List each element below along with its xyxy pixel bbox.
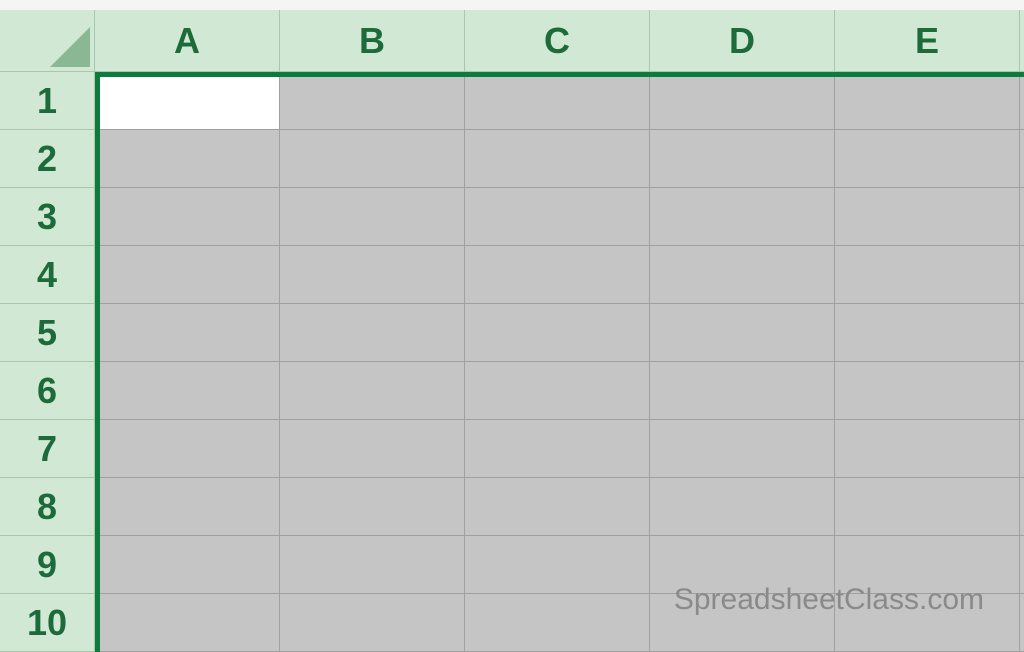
cell-A9[interactable] (95, 536, 280, 594)
row-header-4[interactable]: 4 (0, 246, 95, 304)
cell-E3[interactable] (835, 188, 1020, 246)
column-header-E[interactable]: E (835, 10, 1020, 72)
row-header-label: 5 (37, 312, 57, 354)
cell-D7[interactable] (650, 420, 835, 478)
row-header-7[interactable]: 7 (0, 420, 95, 478)
row-header-3[interactable]: 3 (0, 188, 95, 246)
cell-C9[interactable] (465, 536, 650, 594)
cell-E5[interactable] (835, 304, 1020, 362)
cell-partial-4[interactable] (1020, 246, 1024, 304)
cell-C2[interactable] (465, 130, 650, 188)
spreadsheet-viewport: A B C D E 1 2 3 4 (0, 10, 1024, 652)
column-header-A[interactable]: A (95, 10, 280, 72)
cell-C3[interactable] (465, 188, 650, 246)
select-all-button[interactable] (0, 10, 95, 72)
cell-partial-2[interactable] (1020, 130, 1024, 188)
row-header-label: 2 (37, 138, 57, 180)
column-header-label: A (174, 20, 200, 62)
cell-C1[interactable] (465, 72, 650, 130)
cell-C5[interactable] (465, 304, 650, 362)
cell-A6[interactable] (95, 362, 280, 420)
cell-partial-1[interactable] (1020, 72, 1024, 130)
column-header-label: E (915, 20, 939, 62)
cell-partial-5[interactable] (1020, 304, 1024, 362)
cell-B6[interactable] (280, 362, 465, 420)
row-header-6[interactable]: 6 (0, 362, 95, 420)
column-header-B[interactable]: B (280, 10, 465, 72)
cell-B3[interactable] (280, 188, 465, 246)
cell-A4[interactable] (95, 246, 280, 304)
cell-B10[interactable] (280, 594, 465, 652)
cell-partial-7[interactable] (1020, 420, 1024, 478)
column-header-label: B (359, 20, 385, 62)
cell-E7[interactable] (835, 420, 1020, 478)
column-header-C[interactable]: C (465, 10, 650, 72)
column-header-D[interactable]: D (650, 10, 835, 72)
cell-A3[interactable] (95, 188, 280, 246)
row-header-label: 10 (27, 602, 67, 644)
row-header-label: 9 (37, 544, 57, 586)
cell-D8[interactable] (650, 478, 835, 536)
cell-partial-3[interactable] (1020, 188, 1024, 246)
cell-C4[interactable] (465, 246, 650, 304)
cell-B8[interactable] (280, 478, 465, 536)
column-header-partial[interactable] (1020, 10, 1024, 72)
row-header-label: 1 (37, 80, 57, 122)
cell-D3[interactable] (650, 188, 835, 246)
cell-A8[interactable] (95, 478, 280, 536)
cell-A5[interactable] (95, 304, 280, 362)
row-header-10[interactable]: 10 (0, 594, 95, 652)
cell-C7[interactable] (465, 420, 650, 478)
row-header-1[interactable]: 1 (0, 72, 95, 130)
select-all-triangle-icon (50, 27, 90, 67)
cell-B1[interactable] (280, 72, 465, 130)
cell-D6[interactable] (650, 362, 835, 420)
cell-A10[interactable] (95, 594, 280, 652)
column-header-label: C (544, 20, 570, 62)
cell-D2[interactable] (650, 130, 835, 188)
cell-E1[interactable] (835, 72, 1020, 130)
cell-C8[interactable] (465, 478, 650, 536)
cell-A1[interactable] (95, 72, 280, 130)
row-header-label: 7 (37, 428, 57, 470)
cell-B5[interactable] (280, 304, 465, 362)
cell-E4[interactable] (835, 246, 1020, 304)
row-header-8[interactable]: 8 (0, 478, 95, 536)
cell-B2[interactable] (280, 130, 465, 188)
cell-E10[interactable] (835, 594, 1020, 652)
cell-D5[interactable] (650, 304, 835, 362)
row-header-label: 6 (37, 370, 57, 412)
cell-D9[interactable] (650, 536, 835, 594)
row-header-5[interactable]: 5 (0, 304, 95, 362)
row-header-label: 4 (37, 254, 57, 296)
cell-partial-9[interactable] (1020, 536, 1024, 594)
cell-B4[interactable] (280, 246, 465, 304)
cell-partial-6[interactable] (1020, 362, 1024, 420)
row-header-9[interactable]: 9 (0, 536, 95, 594)
spreadsheet-grid: A B C D E 1 2 3 4 (0, 10, 1024, 652)
column-header-label: D (729, 20, 755, 62)
cell-A7[interactable] (95, 420, 280, 478)
cell-C6[interactable] (465, 362, 650, 420)
row-header-2[interactable]: 2 (0, 130, 95, 188)
row-header-label: 3 (37, 196, 57, 238)
cell-E2[interactable] (835, 130, 1020, 188)
cell-B9[interactable] (280, 536, 465, 594)
cell-partial-10[interactable] (1020, 594, 1024, 652)
cell-D4[interactable] (650, 246, 835, 304)
cell-D1[interactable] (650, 72, 835, 130)
cell-D10[interactable] (650, 594, 835, 652)
row-header-label: 8 (37, 486, 57, 528)
cell-E8[interactable] (835, 478, 1020, 536)
cell-partial-8[interactable] (1020, 478, 1024, 536)
cell-E6[interactable] (835, 362, 1020, 420)
cell-C10[interactable] (465, 594, 650, 652)
cell-A2[interactable] (95, 130, 280, 188)
cell-E9[interactable] (835, 536, 1020, 594)
cell-B7[interactable] (280, 420, 465, 478)
